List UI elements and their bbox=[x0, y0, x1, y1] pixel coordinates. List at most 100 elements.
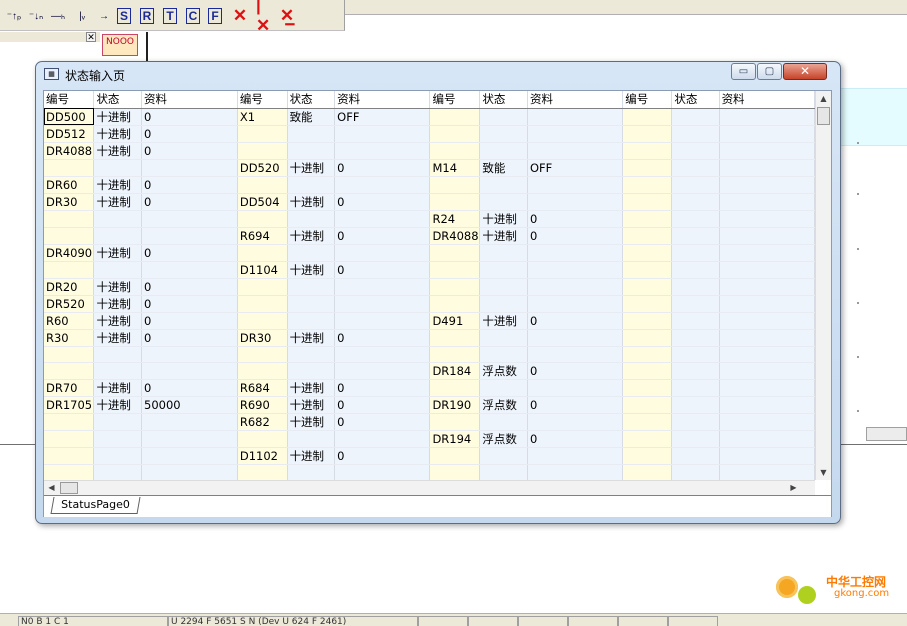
value-cell[interactable] bbox=[527, 464, 624, 480]
value-cell[interactable] bbox=[141, 362, 238, 380]
value-cell[interactable] bbox=[334, 142, 431, 160]
address-cell[interactable] bbox=[622, 210, 673, 228]
value-cell[interactable]: 0 bbox=[527, 227, 624, 245]
status-cell[interactable]: 十进制 bbox=[93, 142, 143, 160]
close-button[interactable]: ✕ bbox=[783, 63, 827, 80]
value-cell[interactable]: 0 bbox=[527, 396, 624, 414]
value-cell[interactable] bbox=[141, 413, 238, 431]
address-cell[interactable]: DR190 bbox=[429, 396, 481, 414]
status-cell[interactable]: 十进制 bbox=[93, 379, 143, 397]
address-cell[interactable]: DD520 bbox=[237, 159, 288, 177]
status-cell[interactable]: 十进制 bbox=[287, 227, 336, 245]
status-cell[interactable] bbox=[93, 447, 143, 465]
status-cell[interactable] bbox=[671, 176, 720, 194]
address-cell[interactable]: R694 bbox=[237, 227, 288, 245]
address-cell[interactable] bbox=[622, 159, 673, 177]
value-cell[interactable] bbox=[334, 346, 431, 363]
value-cell[interactable]: 0 bbox=[334, 413, 431, 431]
status-cell[interactable] bbox=[287, 244, 336, 262]
status-cell[interactable]: 十进制 bbox=[93, 108, 143, 126]
value-cell[interactable]: 0 bbox=[334, 447, 431, 465]
delete-icon[interactable]: ✕ bbox=[232, 6, 248, 25]
status-cell[interactable] bbox=[93, 464, 143, 480]
status-cell[interactable]: 致能 bbox=[479, 159, 528, 177]
status-cell[interactable] bbox=[671, 108, 720, 126]
address-cell[interactable] bbox=[622, 362, 673, 380]
status-cell[interactable] bbox=[479, 278, 528, 296]
status-cell[interactable] bbox=[671, 346, 720, 363]
address-cell[interactable] bbox=[429, 193, 481, 211]
value-cell[interactable]: 0 bbox=[141, 379, 238, 397]
status-cell[interactable] bbox=[479, 108, 528, 126]
status-cell[interactable] bbox=[93, 261, 143, 279]
status-cell[interactable]: 十进制 bbox=[93, 396, 143, 414]
address-cell[interactable] bbox=[622, 261, 673, 279]
address-cell[interactable] bbox=[237, 362, 288, 380]
address-cell[interactable] bbox=[622, 278, 673, 296]
status-cell[interactable] bbox=[287, 295, 336, 313]
value-cell[interactable] bbox=[527, 193, 624, 211]
value-cell[interactable]: 0 bbox=[334, 261, 431, 279]
vertical-scrollbar[interactable]: ▲ ▼ bbox=[815, 91, 831, 480]
status-cell[interactable] bbox=[671, 261, 720, 279]
status-cell[interactable]: 浮点数 bbox=[479, 430, 528, 448]
address-cell[interactable]: DD504 bbox=[237, 193, 288, 211]
value-cell[interactable] bbox=[527, 379, 624, 397]
status-cell[interactable]: 十进制 bbox=[93, 278, 143, 296]
scroll-left-icon[interactable]: ◀ bbox=[44, 481, 59, 495]
status-cell[interactable] bbox=[671, 396, 720, 414]
address-cell[interactable]: DR60 bbox=[44, 176, 95, 194]
value-cell[interactable] bbox=[527, 295, 624, 313]
address-cell[interactable]: R682 bbox=[237, 413, 288, 431]
address-cell[interactable] bbox=[237, 125, 288, 143]
status-cell[interactable]: 十进制 bbox=[287, 379, 336, 397]
status-cell[interactable]: 十进制 bbox=[287, 193, 336, 211]
status-cell[interactable]: 十进制 bbox=[287, 447, 336, 465]
value-cell[interactable] bbox=[719, 447, 815, 465]
status-cell[interactable]: 十进制 bbox=[93, 329, 143, 347]
address-cell[interactable]: DR70 bbox=[44, 379, 95, 397]
address-cell[interactable] bbox=[429, 413, 481, 431]
address-cell[interactable] bbox=[622, 379, 673, 397]
status-cell[interactable] bbox=[671, 362, 720, 380]
value-cell[interactable] bbox=[719, 295, 815, 313]
value-cell[interactable] bbox=[334, 312, 431, 330]
vertical-line-icon[interactable]: |ᵥ bbox=[72, 8, 92, 24]
address-cell[interactable]: DR194 bbox=[429, 430, 481, 448]
status-cell[interactable] bbox=[671, 227, 720, 245]
address-cell[interactable] bbox=[622, 244, 673, 262]
address-cell[interactable] bbox=[44, 362, 95, 380]
status-cell[interactable] bbox=[671, 244, 720, 262]
status-cell[interactable] bbox=[671, 312, 720, 330]
value-cell[interactable] bbox=[141, 464, 238, 480]
value-cell[interactable] bbox=[527, 329, 624, 347]
status-cell[interactable]: 十进制 bbox=[287, 329, 336, 347]
status-cell[interactable] bbox=[671, 413, 720, 431]
address-cell[interactable] bbox=[622, 329, 673, 347]
address-cell[interactable] bbox=[429, 447, 481, 465]
status-cell[interactable] bbox=[671, 379, 720, 397]
status-cell[interactable] bbox=[93, 430, 143, 448]
status-cell[interactable] bbox=[479, 413, 528, 431]
status-cell[interactable]: 十进制 bbox=[287, 159, 336, 177]
value-cell[interactable] bbox=[334, 295, 431, 313]
maximize-button[interactable]: ▢ bbox=[757, 63, 782, 80]
value-cell[interactable] bbox=[527, 125, 624, 143]
value-cell[interactable]: 0 bbox=[141, 108, 238, 126]
value-cell[interactable] bbox=[141, 159, 238, 177]
address-cell[interactable] bbox=[429, 295, 481, 313]
address-cell[interactable] bbox=[237, 430, 288, 448]
value-cell[interactable]: 0 bbox=[334, 329, 431, 347]
value-cell[interactable]: 0 bbox=[141, 176, 238, 194]
value-cell[interactable] bbox=[527, 244, 624, 262]
counter-icon[interactable]: C bbox=[186, 8, 200, 24]
status-cell[interactable] bbox=[287, 464, 336, 480]
value-cell[interactable]: 0 bbox=[527, 312, 624, 330]
address-cell[interactable]: R30 bbox=[44, 329, 95, 347]
status-cell[interactable] bbox=[479, 193, 528, 211]
address-cell[interactable]: R24 bbox=[429, 210, 481, 228]
status-cell[interactable]: 十进制 bbox=[93, 295, 143, 313]
value-cell[interactable]: 0 bbox=[334, 379, 431, 397]
address-cell[interactable] bbox=[429, 278, 481, 296]
address-cell[interactable] bbox=[44, 447, 95, 465]
